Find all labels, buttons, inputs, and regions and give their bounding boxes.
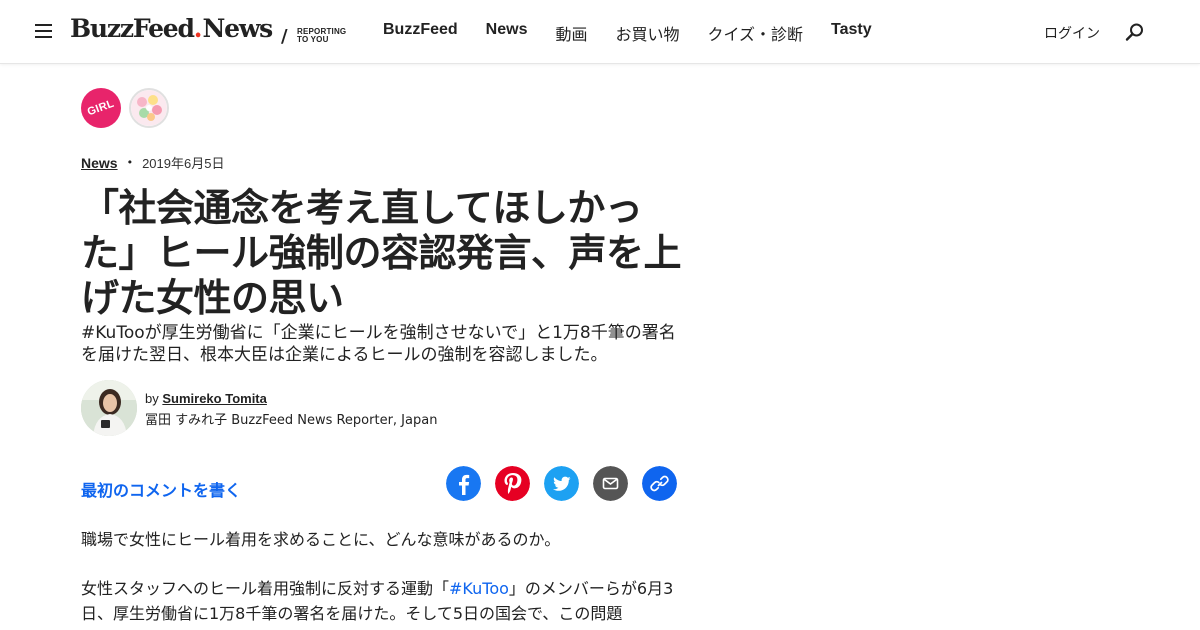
twitter-share-icon[interactable] — [544, 466, 579, 501]
site-header: BuzzFeed.News / REPORTING TO YOU BuzzFee… — [0, 0, 1200, 64]
meta-separator: • — [126, 156, 134, 169]
food-badge-image — [131, 90, 167, 126]
girl-badge-label: GIRL — [86, 97, 116, 119]
logo-buzzfeed-text: BuzzFeed — [70, 14, 195, 43]
author-name-link[interactable]: Sumireko Tomita — [162, 391, 267, 406]
nav-item-tasty[interactable]: Tasty — [831, 21, 872, 45]
pinterest-share-icon[interactable] — [495, 466, 530, 501]
girl-badge[interactable]: GIRL — [81, 88, 121, 128]
write-comment-label: 最初のコメントを書く — [81, 481, 242, 500]
article-description: #KuTooが厚生労働省に「企業にヒールを強制させないで」と1万8千筆の署名を届… — [81, 323, 676, 365]
site-logo[interactable]: BuzzFeed.News — [70, 14, 274, 50]
write-comment-link[interactable]: 最初のコメントを書く — [81, 477, 241, 501]
kutoo-hashtag-link[interactable]: #KuToo — [449, 579, 509, 598]
tagline: REPORTING TO YOU — [297, 28, 346, 44]
menu-icon[interactable] — [35, 24, 52, 38]
main-nav: BuzzFeed News 動画 お買い物 クイズ・診断 Tasty — [383, 21, 872, 45]
byline-prefix: by — [145, 391, 159, 406]
email-share-icon[interactable] — [593, 466, 628, 501]
body-paragraph-1: 職場で女性にヒール着用を求めることに、どんな意味があるのか。 — [81, 530, 561, 549]
logo-news-text: News — [202, 14, 274, 43]
author-photo — [81, 380, 137, 436]
food-badge[interactable] — [129, 88, 169, 128]
nav-item-shopping[interactable]: お買い物 — [615, 21, 679, 45]
copy-link-icon[interactable] — [642, 466, 677, 501]
nav-item-video[interactable]: 動画 — [555, 21, 587, 45]
search-icon[interactable] — [1125, 22, 1145, 42]
logo-dot: . — [193, 14, 203, 43]
logo-slash: / — [281, 26, 288, 47]
category-link[interactable]: News — [81, 155, 118, 171]
publish-date: 2019年6月5日 — [142, 156, 225, 171]
article-title: 「社会通念を考え直してほしかった」ヒール強制の容認発言、声を上げた女性の思い — [81, 186, 682, 320]
author-avatar[interactable] — [81, 380, 137, 436]
author-role: 冨田 すみれ子 BuzzFeed News Reporter, Japan — [145, 413, 438, 428]
nav-item-buzzfeed[interactable]: BuzzFeed — [383, 21, 458, 45]
body-paragraph-2-lead: 女性スタッフへのヒール着用強制に反対する運動「 — [81, 579, 450, 598]
nav-item-news[interactable]: News — [486, 21, 528, 45]
tagline-line2: TO YOU — [297, 35, 329, 44]
article-meta: News • 2019年6月5日 — [81, 153, 224, 172]
byline: by Sumireko Tomita — [145, 391, 267, 406]
login-link[interactable]: ログイン — [1044, 23, 1100, 43]
facebook-share-icon[interactable] — [446, 466, 481, 501]
nav-item-quiz[interactable]: クイズ・診断 — [708, 21, 804, 45]
body-paragraph-2: 女性スタッフへのヒール着用強制に反対する運動「#KuToo」のメンバーらが6月3… — [81, 576, 681, 626]
